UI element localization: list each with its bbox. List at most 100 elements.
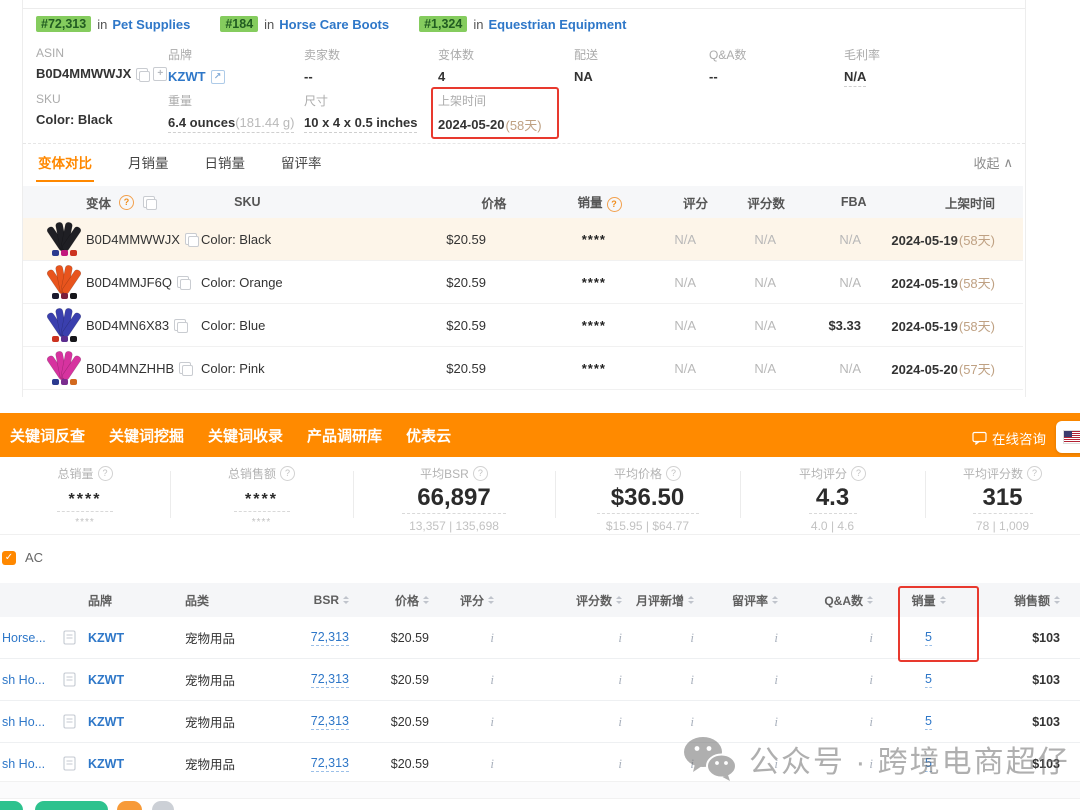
external-link-icon[interactable]: ↗ [211,70,225,84]
online-support-button[interactable]: 在线咨询 [972,428,1046,448]
copy-icon[interactable] [177,276,189,288]
col-qa-sort[interactable]: Q&A数 [786,592,881,609]
tab-daily-sales[interactable]: 日销量 [203,150,248,182]
rank-badge: #72,313 [36,16,91,32]
question-icon[interactable]: ? [1027,466,1042,481]
sales-column-highlight-box [898,586,979,662]
bsr-link[interactable]: 72,313 [311,756,349,772]
locked-value-icon: i [774,672,778,688]
col-rating-count-sort[interactable]: 评分数 [502,592,630,609]
brand-link[interactable]: KZWT [168,69,206,84]
bsr-link[interactable]: 72,313 [311,672,349,688]
sales-link[interactable]: 5 [925,714,932,730]
col-brand[interactable]: 品牌 [82,592,182,609]
nav-keyword-mining[interactable]: 关键词挖掘 [109,425,184,446]
locked-value-icon: i [869,630,873,646]
nav-product-research[interactable]: 产品调研库 [307,425,382,446]
bsr-link[interactable]: 72,313 [311,630,349,646]
copy-icon[interactable] [185,233,197,245]
ranking-horse-care-boots: #184 in Horse Care Boots [220,16,389,32]
nav-youbiaoyun[interactable]: 优表云 [406,425,451,446]
table-row[interactable]: sh Ho... KZWT 宠物用品 72,313 $20.59 i i i i… [0,701,1080,743]
variant-row[interactable]: B0D4MMWWJX Color: Black $20.59 **** N/A … [23,218,1023,261]
pagination-pill-green[interactable] [0,801,23,810]
stat-value: 315 [925,485,1080,511]
detail-icon[interactable] [63,630,76,645]
col-category[interactable]: 品类 [182,592,297,609]
locked-value-icon: i [690,756,694,772]
variant-row[interactable]: B0D4MNZHHB Color: Pink $20.59 **** N/A N… [23,347,1023,390]
locked-value-icon: i [618,630,622,646]
nav-keyword-reverse[interactable]: 关键词反查 [10,425,85,446]
divider [23,8,1025,9]
field-label: 毛利率 [844,46,984,63]
stat-range: **** [0,517,170,528]
category-link[interactable]: Equestrian Equipment [488,17,626,32]
detail-icon[interactable] [63,756,76,771]
brand-link[interactable]: KZWT [88,715,124,729]
rank-badge: #184 [220,16,258,32]
col-bsr-sort[interactable]: BSR [297,593,357,607]
copy-icon[interactable] [174,319,186,331]
brand-link[interactable]: KZWT [88,673,124,687]
ac-checkbox[interactable]: ✓ [2,551,16,565]
rank-prefix: in [97,17,107,32]
sales-link[interactable]: 5 [925,756,932,772]
question-icon[interactable]: ? [473,466,488,481]
pagination-pill-green-wide[interactable] [35,801,108,810]
variant-row[interactable]: B0D4MN6X83 Color: Blue $20.59 **** N/A N… [23,304,1023,347]
variant-row[interactable]: B0D4MMJF6Q Color: Orange $20.59 **** N/A… [23,261,1023,304]
category-link[interactable]: Pet Supplies [112,17,190,32]
col-review-rate-sort[interactable]: 留评率 [702,592,786,609]
variant-listed-date: 2024-05-19 [891,276,958,291]
copy-icon[interactable] [179,362,191,374]
tab-monthly-sales[interactable]: 月销量 [126,150,171,182]
detail-icon[interactable] [63,714,76,729]
compare-icon[interactable] [143,196,155,208]
locked-value-icon: i [774,714,778,730]
nav-keyword-index[interactable]: 关键词收录 [208,425,283,446]
col-monthly-reviews-sort[interactable]: 月评新增 [630,592,702,609]
col-price-sort[interactable]: 价格 [357,592,437,609]
sales-link[interactable]: 5 [925,672,932,688]
sort-icon [867,593,873,607]
rank-prefix: in [264,17,274,32]
product-title-link[interactable]: sh Ho... [2,757,45,771]
question-icon[interactable]: ? [851,466,866,481]
product-title-link[interactable]: sh Ho... [2,673,45,687]
table-row[interactable]: sh Ho... KZWT 宠物用品 72,313 $20.59 i i i i… [0,743,1080,785]
language-selector[interactable] [1056,421,1080,453]
question-icon[interactable]: ? [607,197,622,212]
question-icon[interactable]: ? [666,466,681,481]
category-value: 宠物用品 [185,628,235,647]
field-label: 品牌 [168,46,308,63]
fulfillment-value: NA [574,69,593,84]
copy-icon[interactable] [136,68,148,80]
pagination-pill-orange[interactable] [117,801,142,810]
question-icon[interactable]: ? [280,466,295,481]
revenue-value: $103 [1032,631,1060,645]
col-revenue-sort[interactable]: 销售额 [976,592,1080,609]
field-label: 尺寸 [304,92,444,109]
bsr-link[interactable]: 72,313 [311,714,349,730]
collapse-button[interactable]: 收起 ∧ [973,153,1013,172]
table-row[interactable]: sh Ho... KZWT 宠物用品 72,313 $20.59 i i i i… [0,659,1080,701]
detail-icon[interactable] [63,672,76,687]
product-title-link[interactable]: sh Ho... [2,715,45,729]
category-link[interactable]: Horse Care Boots [279,17,389,32]
question-icon[interactable]: ? [98,466,113,481]
brand-link[interactable]: KZWT [88,631,124,645]
add-icon[interactable]: + [153,67,167,81]
weight-value: 6.4 ounces [168,115,235,130]
ac-filter: ✓ AC [2,550,43,565]
sort-icon [688,593,694,607]
tab-variant-compare[interactable]: 变体对比 [36,150,94,182]
pagination-pill-gray[interactable] [152,801,174,810]
col-rating-sort[interactable]: 评分 [437,592,502,609]
product-title-link[interactable]: Horse... [2,631,46,645]
brand-link[interactable]: KZWT [88,757,124,771]
stat-value: $36.50 [555,485,740,511]
question-icon[interactable]: ? [119,195,134,210]
tab-review-rate[interactable]: 留评率 [279,150,324,182]
variant-asin: B0D4MMWWJX [86,232,180,247]
